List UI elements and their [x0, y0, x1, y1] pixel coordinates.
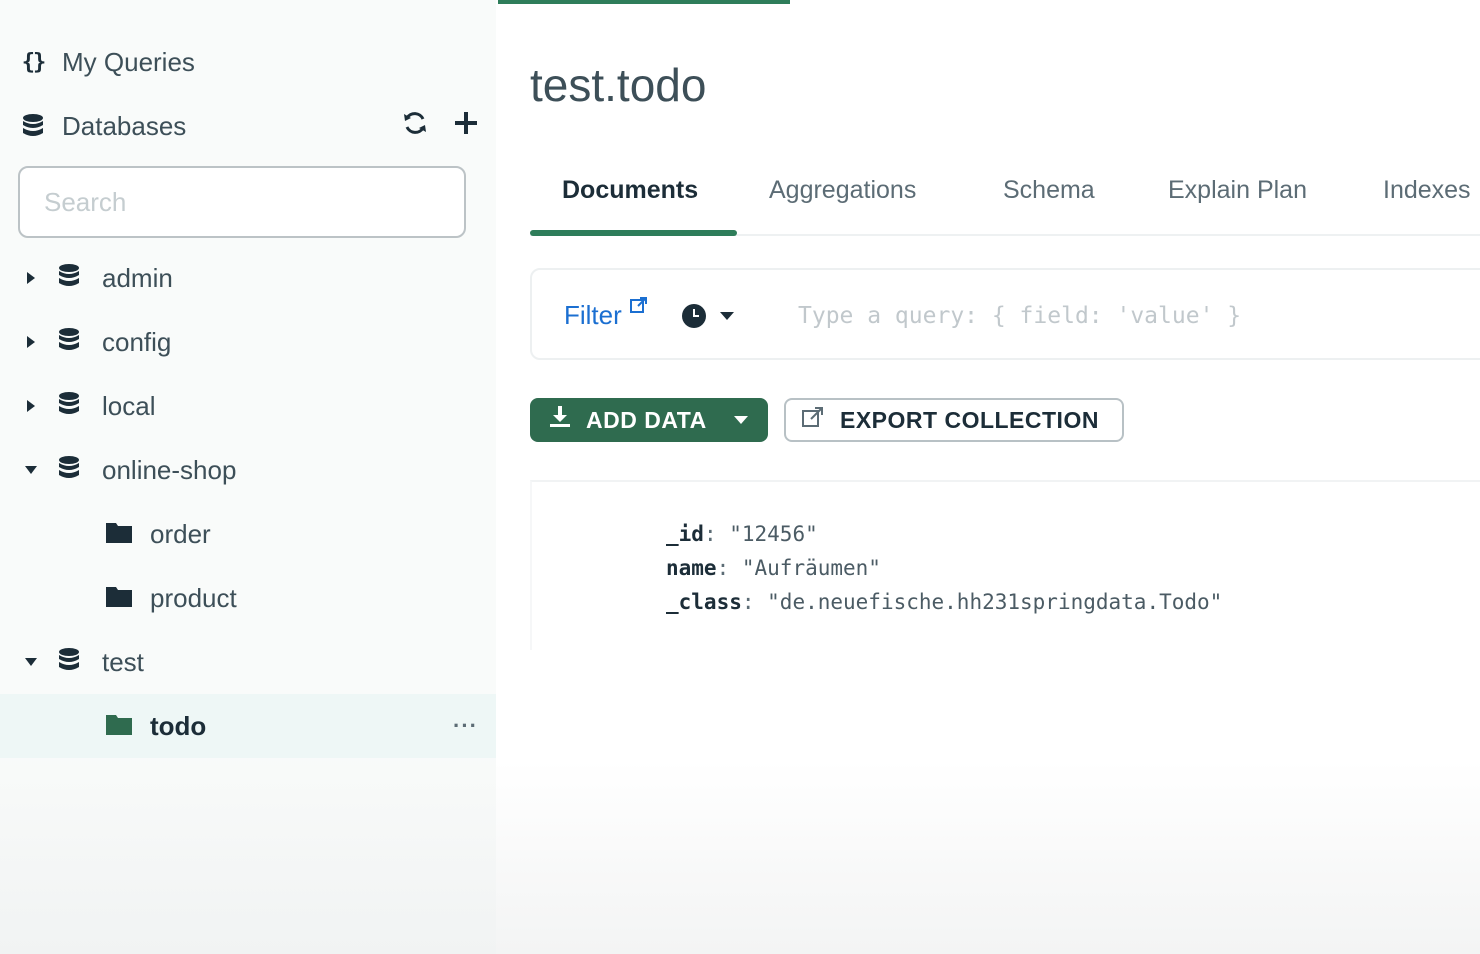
database-name: online-shop: [102, 454, 237, 485]
chevron-down-icon[interactable]: [720, 312, 734, 320]
field-value: "Aufräumen": [741, 556, 881, 580]
chevron-down-icon: [734, 416, 748, 424]
database-icon: [18, 111, 48, 141]
more-options-icon[interactable]: ···: [453, 713, 478, 739]
workspace-tab-indicator: [498, 0, 790, 4]
filter-link[interactable]: Filter: [564, 300, 622, 331]
sidebar-item-todo[interactable]: todo ···: [0, 694, 496, 758]
folder-icon: [106, 713, 132, 740]
field-value: "12456": [729, 522, 818, 546]
database-icon: [58, 327, 80, 358]
sidebar: {} My Queries Databases admin config: [0, 0, 496, 954]
document-field: _class: "de.neuefische.hh231springdata.T…: [666, 590, 1223, 614]
expand-caret-icon[interactable]: [24, 399, 38, 413]
refresh-icon[interactable]: [402, 110, 428, 142]
add-data-button[interactable]: ADD DATA: [530, 398, 768, 442]
sidebar-item-order[interactable]: order: [0, 502, 496, 566]
sidebar-item-config[interactable]: config: [0, 310, 496, 374]
main-panel: test.todo Documents Aggregations Schema …: [496, 0, 1480, 954]
database-icon: [58, 647, 80, 678]
sidebar-item-test[interactable]: test: [0, 630, 496, 694]
database-name: admin: [102, 262, 173, 293]
document-field: _id: "12456": [666, 522, 818, 546]
collection-name: order: [150, 518, 211, 549]
database-icon: [58, 391, 80, 422]
collapse-caret-icon[interactable]: [24, 655, 38, 669]
database-name: local: [102, 390, 156, 421]
tab-explain-plan[interactable]: Explain Plan: [1168, 176, 1307, 205]
query-history-icon[interactable]: [682, 304, 706, 328]
document-field: name: "Aufräumen": [666, 556, 881, 580]
sidebar-item-product[interactable]: product: [0, 566, 496, 630]
collection-name: todo: [150, 710, 207, 741]
field-key: name: [666, 556, 717, 580]
sidebar-item-admin[interactable]: admin: [0, 246, 496, 310]
export-collection-button[interactable]: EXPORT COLLECTION: [784, 398, 1124, 442]
document-card[interactable]: _id: "12456" name: "Aufräumen" _class: "…: [530, 480, 1480, 650]
folder-icon: [106, 585, 132, 612]
active-tab-underline: [530, 230, 737, 236]
page-title: test.todo: [530, 59, 707, 111]
braces-icon: {}: [21, 49, 46, 75]
collection-tabs: Documents Aggregations Schema Explain Pl…: [530, 160, 1480, 236]
add-data-label: ADD DATA: [586, 406, 707, 433]
collapse-caret-icon[interactable]: [24, 463, 38, 477]
database-icon: [58, 455, 80, 486]
sidebar-item-online-shop[interactable]: online-shop: [0, 438, 496, 502]
database-icon: [58, 263, 80, 294]
empty-area: [496, 760, 1480, 954]
collection-name: product: [150, 582, 237, 613]
export-icon: [802, 406, 824, 434]
add-database-icon[interactable]: [454, 111, 478, 141]
external-link-icon[interactable]: [630, 296, 648, 319]
database-name: config: [102, 326, 172, 357]
sidebar-item-local[interactable]: local: [0, 374, 496, 438]
filter-bar: Filter: [530, 268, 1480, 360]
field-key: _class: [666, 590, 742, 614]
expand-caret-icon[interactable]: [24, 271, 38, 285]
expand-caret-icon[interactable]: [24, 335, 38, 349]
tab-documents[interactable]: Documents: [562, 176, 698, 205]
my-queries-item[interactable]: {} My Queries: [18, 30, 488, 94]
databases-label: Databases: [62, 110, 187, 141]
query-input[interactable]: [798, 294, 1458, 338]
tab-schema[interactable]: Schema: [1003, 176, 1095, 205]
download-icon: [548, 405, 572, 435]
databases-header[interactable]: Databases: [18, 94, 488, 158]
database-name: test: [102, 646, 144, 677]
my-queries-label: My Queries: [62, 46, 195, 77]
sidebar-search-input[interactable]: [18, 166, 466, 238]
field-value: "de.neuefische.hh231springdata.Todo": [767, 590, 1223, 614]
field-key: _id: [666, 522, 704, 546]
tab-indexes[interactable]: Indexes: [1383, 176, 1471, 205]
folder-icon: [106, 521, 132, 548]
tab-aggregations[interactable]: Aggregations: [769, 176, 916, 205]
export-collection-label: EXPORT COLLECTION: [840, 406, 1099, 433]
